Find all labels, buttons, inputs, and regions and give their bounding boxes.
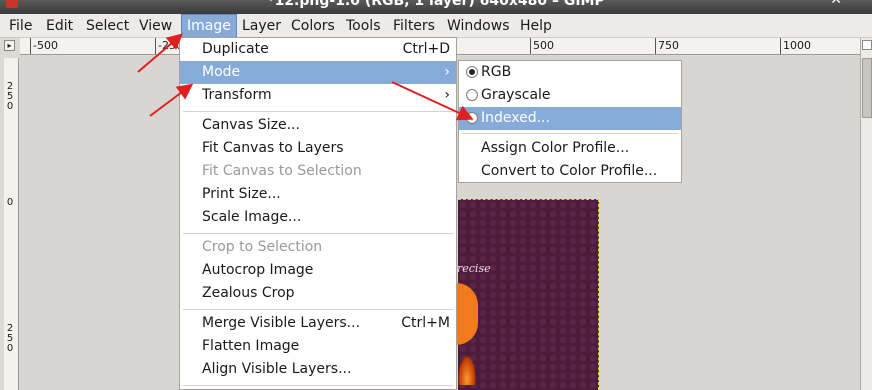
ruler-label-vertical: 250 bbox=[6, 81, 14, 112]
menu-item-rgb[interactable]: RGB bbox=[459, 61, 681, 84]
menu-item-fit-canvas-to-layers[interactable]: Fit Canvas to Layers bbox=[180, 137, 456, 160]
menu-item-zealous-crop[interactable]: Zealous Crop bbox=[180, 282, 456, 305]
shortcut-label: Ctrl+M bbox=[401, 315, 450, 331]
menu-item-fit-canvas-to-selection: Fit Canvas to Selection bbox=[202, 163, 362, 179]
menu-item-autocrop-image[interactable]: Autocrop Image bbox=[180, 259, 456, 282]
vertical-scrollbar[interactable] bbox=[860, 38, 872, 390]
menu-item-label: Mode bbox=[202, 64, 241, 80]
menu-view[interactable]: View bbox=[134, 14, 177, 38]
menu-tools[interactable]: Tools bbox=[341, 14, 386, 38]
menu-image[interactable]: Image bbox=[181, 14, 237, 38]
menu-item-grayscale[interactable]: Grayscale bbox=[459, 84, 681, 107]
menu-item-convert-to-color-profile[interactable]: Convert to Color Profile... bbox=[459, 160, 681, 183]
menu-item-label: Transform bbox=[202, 87, 272, 103]
shortcut-label: Ctrl+D bbox=[402, 41, 450, 57]
ruler-label: 500 bbox=[533, 39, 554, 52]
menu-item-assign-color-profile[interactable]: Assign Color Profile... bbox=[459, 137, 681, 160]
ruler-label-vertical: 0 bbox=[6, 197, 14, 208]
menu-colors[interactable]: Colors bbox=[286, 14, 340, 38]
image-menu-dropdown: Duplicate Ctrl+D Mode › Transform › Canv… bbox=[179, 37, 457, 390]
menu-layer[interactable]: Layer bbox=[237, 14, 286, 38]
menu-item-transform[interactable]: Transform › bbox=[180, 84, 456, 107]
ruler-label: -500 bbox=[33, 39, 58, 52]
menu-file[interactable]: File bbox=[4, 14, 37, 38]
menu-select[interactable]: Select bbox=[81, 14, 134, 38]
radio-checked-icon bbox=[466, 66, 478, 78]
close-icon[interactable]: ✕ bbox=[830, 0, 842, 8]
menu-item-label: Merge Visible Layers... bbox=[202, 315, 361, 331]
quick-mask-toggle[interactable]: ▸ bbox=[4, 40, 15, 51]
menu-item-flatten-image[interactable]: Flatten Image bbox=[180, 335, 456, 358]
menu-separator bbox=[183, 233, 453, 234]
menu-separator bbox=[183, 111, 453, 112]
menu-item-indexed[interactable]: Indexed... bbox=[459, 107, 681, 130]
window-title: *12.png-1.0 (RGB, 1 layer) 640x480 – GIM… bbox=[267, 0, 605, 9]
menu-item-label: RGB bbox=[481, 64, 512, 80]
menu-windows[interactable]: Windows bbox=[442, 14, 515, 38]
vertical-ruler[interactable]: 250 0 250 bbox=[4, 58, 19, 390]
menu-item-print-size[interactable]: Print Size... bbox=[180, 183, 456, 206]
menu-edit[interactable]: Edit bbox=[41, 14, 78, 38]
menu-item-merge-visible-layers[interactable]: Merge Visible Layers... Ctrl+M bbox=[180, 312, 456, 335]
menu-item-label: Grayscale bbox=[481, 87, 551, 103]
radio-unchecked-icon bbox=[466, 89, 478, 101]
submenu-arrow-icon: › bbox=[444, 64, 450, 80]
menu-item-canvas-size[interactable]: Canvas Size... bbox=[180, 114, 456, 137]
ruler-label: 1000 bbox=[783, 39, 811, 52]
menu-item-duplicate[interactable]: Duplicate Ctrl+D bbox=[180, 38, 456, 61]
image-canvas[interactable] bbox=[458, 199, 599, 390]
navigate-button[interactable] bbox=[862, 40, 872, 50]
submenu-arrow-icon: › bbox=[444, 87, 450, 103]
menu-help[interactable]: Help bbox=[515, 14, 557, 38]
menu-item-label: Duplicate bbox=[202, 41, 269, 57]
menu-item-align-visible-layers[interactable]: Align Visible Layers... bbox=[180, 358, 456, 381]
menu-separator bbox=[183, 309, 453, 310]
menu-item-mode[interactable]: Mode › bbox=[180, 61, 456, 84]
ruler-label-vertical: 250 bbox=[6, 323, 14, 354]
flame-shape bbox=[458, 355, 476, 385]
menu-item-crop-to-selection: Crop to Selection bbox=[202, 239, 323, 255]
menu-filters[interactable]: Filters bbox=[388, 14, 440, 38]
scrollbar-thumb[interactable] bbox=[862, 58, 872, 118]
menubar: File Edit Select View Image Layer Colors… bbox=[0, 14, 872, 38]
menu-item-label: Indexed... bbox=[481, 110, 550, 126]
title-bar: *12.png-1.0 (RGB, 1 layer) 640x480 – GIM… bbox=[0, 0, 872, 14]
menu-separator bbox=[183, 385, 453, 386]
canvas-text: recise bbox=[457, 262, 491, 275]
mode-submenu: RGB Grayscale Indexed... Assign Color Pr… bbox=[458, 60, 682, 183]
menu-item-scale-image[interactable]: Scale Image... bbox=[180, 206, 456, 229]
radio-unchecked-icon bbox=[466, 112, 478, 124]
ruler-label: 750 bbox=[658, 39, 679, 52]
menu-separator bbox=[462, 133, 678, 134]
